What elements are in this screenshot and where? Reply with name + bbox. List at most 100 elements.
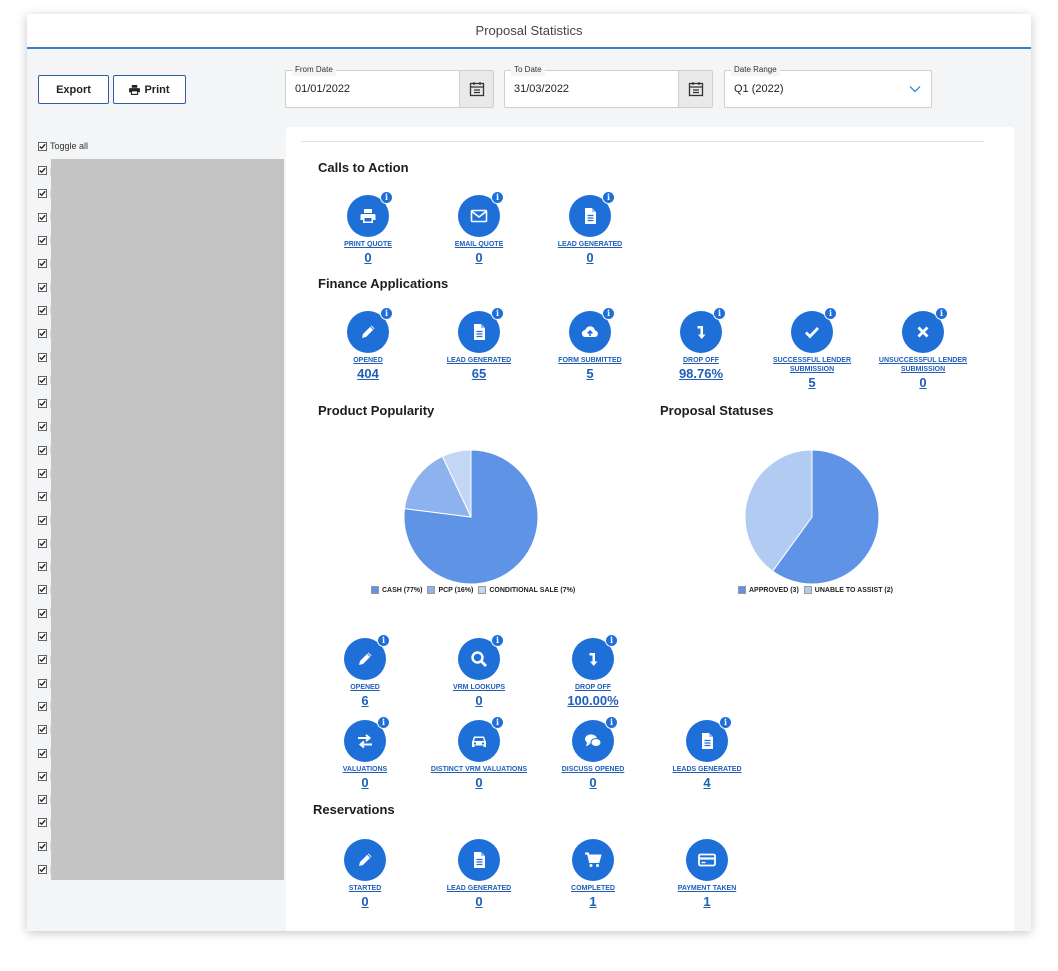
stat-value-link[interactable]: 65 [424,366,534,381]
info-icon[interactable]: i [491,191,504,204]
stat-value-link[interactable]: 0 [424,693,534,708]
to-date-field[interactable]: To Date 31/03/2022 [504,64,713,108]
stat-label-link[interactable]: EMAIL QUOTE [424,240,534,249]
stat-value-link[interactable]: 0 [868,375,978,390]
stat-label-link[interactable]: OPENED [310,683,420,692]
stat-value-link[interactable]: 1 [652,894,762,909]
stat-value-link[interactable]: 5 [535,366,645,381]
stat-label-link[interactable]: LEADS GENERATED [652,765,762,774]
stat-value-link[interactable]: 404 [313,366,423,381]
stat-label-link[interactable]: DROP OFF [646,356,756,365]
info-icon[interactable]: i [380,307,393,320]
stat-label-link[interactable]: FORM SUBMITTED [535,356,645,365]
toggle-all-checkbox[interactable]: Toggle all [38,141,88,151]
stat-value-link[interactable]: 0 [313,250,423,265]
checkbox-checked-icon [38,841,47,851]
date-range-select[interactable]: Date Range Q1 (2022) [724,64,932,108]
info-icon[interactable]: i [605,716,618,729]
checkbox-checked-icon [38,282,47,292]
print-icon [360,209,376,223]
info-icon[interactable]: i [491,634,504,647]
checkbox-checked-icon [38,632,47,642]
legend-entry[interactable]: APPROVED (3) [749,587,799,594]
info-icon[interactable]: i [713,307,726,320]
stat-value-link[interactable]: 5 [757,375,867,390]
stat-value-link[interactable]: 0 [424,250,534,265]
document-icon [702,733,713,749]
legend-entry[interactable]: CONDITIONAL SALE (7%) [489,587,575,594]
stat-label-link[interactable]: VRM LOOKUPS [424,683,534,692]
print-button[interactable]: Print [113,75,186,104]
stat-value-link[interactable]: 98.76% [646,366,756,381]
stat-label-link[interactable]: OPENED [313,356,423,365]
print-button-label: Print [144,83,170,96]
stat-label-link[interactable]: VALUATIONS [310,765,420,774]
stat-label-link[interactable]: LEAD GENERATED [424,356,534,365]
legend-swatch [478,586,487,594]
stat-value-link[interactable]: 0 [538,775,648,790]
to-date-value: 31/03/2022 [514,83,570,95]
stat-label-link[interactable]: STARTED [310,884,420,893]
stat-distinct-vrm-valuations: i DISTINCT VRM VALUATIONS 0 [424,716,534,790]
stat-started: STARTED 0 [310,839,420,909]
checkbox-checked-icon [38,655,47,665]
info-icon[interactable]: i [824,307,837,320]
stat-label-link[interactable]: PAYMENT TAKEN [652,884,762,893]
info-icon[interactable]: i [380,191,393,204]
info-icon[interactable]: i [491,307,504,320]
info-icon[interactable]: i [719,716,732,729]
stat-icon-badge: i [686,716,732,762]
stat-label-link[interactable]: SUCCESSFUL LENDER SUBMISSION [757,356,867,374]
from-date-value: 01/01/2022 [295,83,351,95]
from-date-calendar-button[interactable] [459,71,493,107]
date-range-value: Q1 (2022) [734,83,784,95]
stat-email-quote: i EMAIL QUOTE 0 [424,191,534,265]
checkbox-checked-icon [38,305,47,315]
legend-entry[interactable]: UNABLE TO ASSIST (2) [815,587,893,594]
stat-label-link[interactable]: DISCUSS OPENED [538,765,648,774]
stat-form-submitted: i FORM SUBMITTED 5 [535,307,645,381]
stat-icon-badge: i [572,634,618,680]
window-title: Proposal Statistics [27,14,1031,49]
pencil-icon [359,652,372,665]
stat-icon-badge: i [791,307,837,353]
stat-label-link[interactable]: DROP OFF [538,683,648,692]
stat-value-link[interactable]: 0 [535,250,645,265]
stat-label-link[interactable]: PRINT QUOTE [313,240,423,249]
legend-entry[interactable]: CASH (77%) [382,587,422,594]
checkbox-checked-icon [38,329,47,339]
print-icon [129,84,141,95]
info-icon[interactable]: i [491,716,504,729]
stat-label-link[interactable]: LEAD GENERATED [424,884,534,893]
drop-arrow-icon [589,653,598,666]
info-icon[interactable]: i [602,307,615,320]
stat-value-link[interactable]: 0 [424,775,534,790]
stat-value-link[interactable]: 0 [310,894,420,909]
export-button[interactable]: Export [38,75,109,104]
stat-drop-off: i DROP OFF 98.76% [646,307,756,381]
stat-value-link[interactable]: 4 [652,775,762,790]
stat-icon-badge [458,839,500,881]
legend-entry[interactable]: PCP (16%) [438,587,473,594]
stat-value-link[interactable]: 100.00% [538,693,648,708]
stat-label-link[interactable]: COMPLETED [538,884,648,893]
stat-label-link[interactable]: LEAD GENERATED [535,240,645,249]
info-icon[interactable]: i [377,716,390,729]
stat-icon-badge [344,839,386,881]
to-date-calendar-button[interactable] [678,71,712,107]
stat-label-link[interactable]: DISTINCT VRM VALUATIONS [424,765,534,774]
stat-value-link[interactable]: 6 [310,693,420,708]
magnifier-icon [471,651,487,667]
pencil-icon [362,325,375,338]
stat-value-link[interactable]: 0 [310,775,420,790]
info-icon[interactable]: i [605,634,618,647]
stat-icon-badge: i [347,307,393,353]
stat-label-link[interactable]: UNSUCCESSFUL LENDER SUBMISSION [868,356,978,374]
from-date-field[interactable]: From Date 01/01/2022 [285,64,494,108]
stat-value-link[interactable]: 1 [538,894,648,909]
info-icon[interactable]: i [935,307,948,320]
info-icon[interactable]: i [602,191,615,204]
stat-value-link[interactable]: 0 [424,894,534,909]
stat-lead-generated: i LEAD GENERATED 65 [424,307,534,381]
info-icon[interactable]: i [377,634,390,647]
